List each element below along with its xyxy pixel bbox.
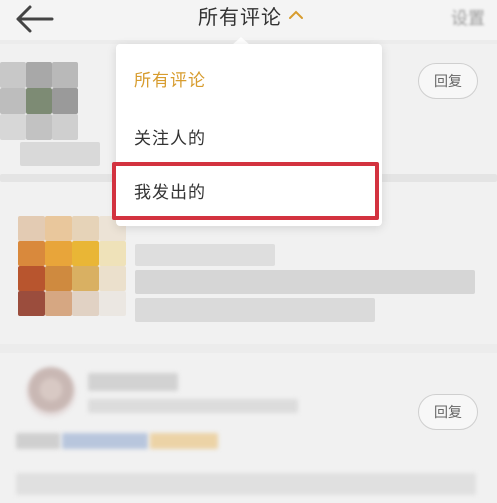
filter-option-all[interactable]: 所有评论 — [134, 66, 206, 91]
comment-filter-toggle[interactable]: 所有评论 — [198, 0, 304, 30]
chevron-up-icon — [289, 10, 303, 19]
comment-link — [62, 433, 148, 449]
highlight-annotation — [112, 162, 379, 220]
avatar — [0, 62, 78, 142]
comment-text — [20, 142, 100, 166]
quoted-post-image — [18, 216, 126, 316]
quoted-post-text — [135, 270, 475, 294]
filter-option-following[interactable]: 关注人的 — [134, 124, 206, 149]
comment-meta — [88, 399, 298, 413]
quoted-post-text — [135, 244, 275, 266]
settings-link[interactable]: 设置 — [451, 4, 485, 29]
comment-text — [16, 473, 476, 495]
comment-text — [16, 433, 60, 449]
arrow-left-icon[interactable] — [14, 4, 58, 34]
user-name — [88, 373, 178, 391]
reply-button[interactable]: 回复 — [418, 394, 478, 430]
top-bar: 所有评论 设置 — [0, 0, 497, 40]
reply-button[interactable]: 回复 — [418, 63, 478, 99]
quoted-post-text — [135, 298, 375, 322]
avatar — [26, 367, 76, 417]
page-title: 所有评论 — [198, 4, 282, 29]
comment-card: 回复 — [0, 353, 497, 503]
comment-tag — [150, 433, 218, 449]
